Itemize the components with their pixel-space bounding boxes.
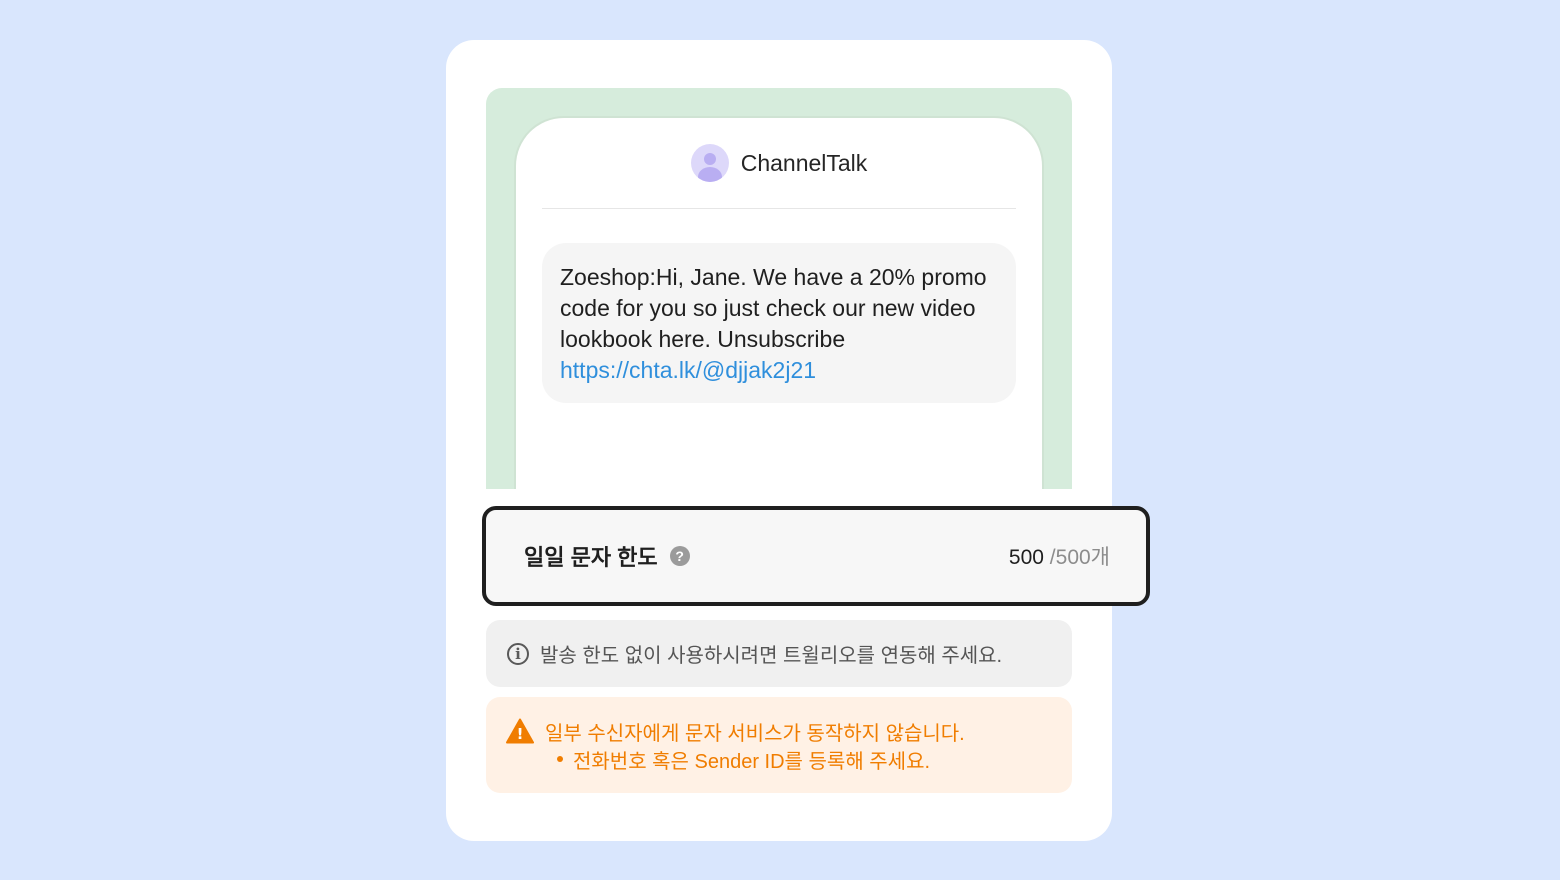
daily-limit-title: 일일 문자 한도 bbox=[524, 545, 658, 570]
bullet-dot bbox=[557, 756, 563, 762]
daily-limit-count: 500 bbox=[1008, 546, 1044, 569]
warning-icon: ! bbox=[506, 718, 534, 744]
message-text: Zoeshop:Hi, Jane. We have a 20% promo co… bbox=[560, 264, 987, 352]
message-bubble: Zoeshop:Hi, Jane. We have a 20% promo co… bbox=[542, 243, 1016, 403]
warning-glyph: ! bbox=[517, 725, 524, 743]
info-icon: i bbox=[507, 642, 529, 665]
sms-settings-card: ChannelTalk Zoeshop:Hi, Jane. We have a … bbox=[446, 40, 1150, 841]
daily-limit-label-group: 일일 문자 한도 ? bbox=[524, 540, 690, 572]
info-text: 발송 한도 없이 사용하시려면 트윌리오를 연동해 주세요. bbox=[540, 645, 1003, 667]
sender-name: ChannelTalk bbox=[740, 149, 868, 176]
daily-limit-max: /500개 bbox=[1043, 546, 1110, 569]
help-icon[interactable]: ? bbox=[669, 546, 690, 566]
warning-text: 일부 수신자에게 문자 서비스가 동작하지 않습니다. bbox=[545, 722, 965, 745]
daily-limit-field[interactable]: 일일 문자 한도 ? 500 /500개 bbox=[482, 506, 1150, 606]
avatar-icon bbox=[690, 144, 729, 182]
info-notice: i 발송 한도 없이 사용하시려면 트윌리오를 연동해 주세요. bbox=[486, 620, 1072, 687]
warning-notice: ! 일부 수신자에게 문자 서비스가 동작하지 않습니다. 전화번호 혹은 Se… bbox=[486, 697, 1072, 793]
daily-limit-value: 500 /500개 bbox=[1009, 541, 1110, 571]
unsubscribe-link[interactable]: https://chta.lk/@djjak2j21 bbox=[560, 357, 816, 383]
message-preview: ChannelTalk Zoeshop:Hi, Jane. We have a … bbox=[486, 88, 1072, 489]
phone-header: ChannelTalk bbox=[542, 118, 1016, 209]
phone-mockup: ChannelTalk Zoeshop:Hi, Jane. We have a … bbox=[516, 118, 1042, 489]
warning-bullet-text: 전화번호 혹은 Sender ID를 등록해 주세요. bbox=[573, 750, 931, 773]
